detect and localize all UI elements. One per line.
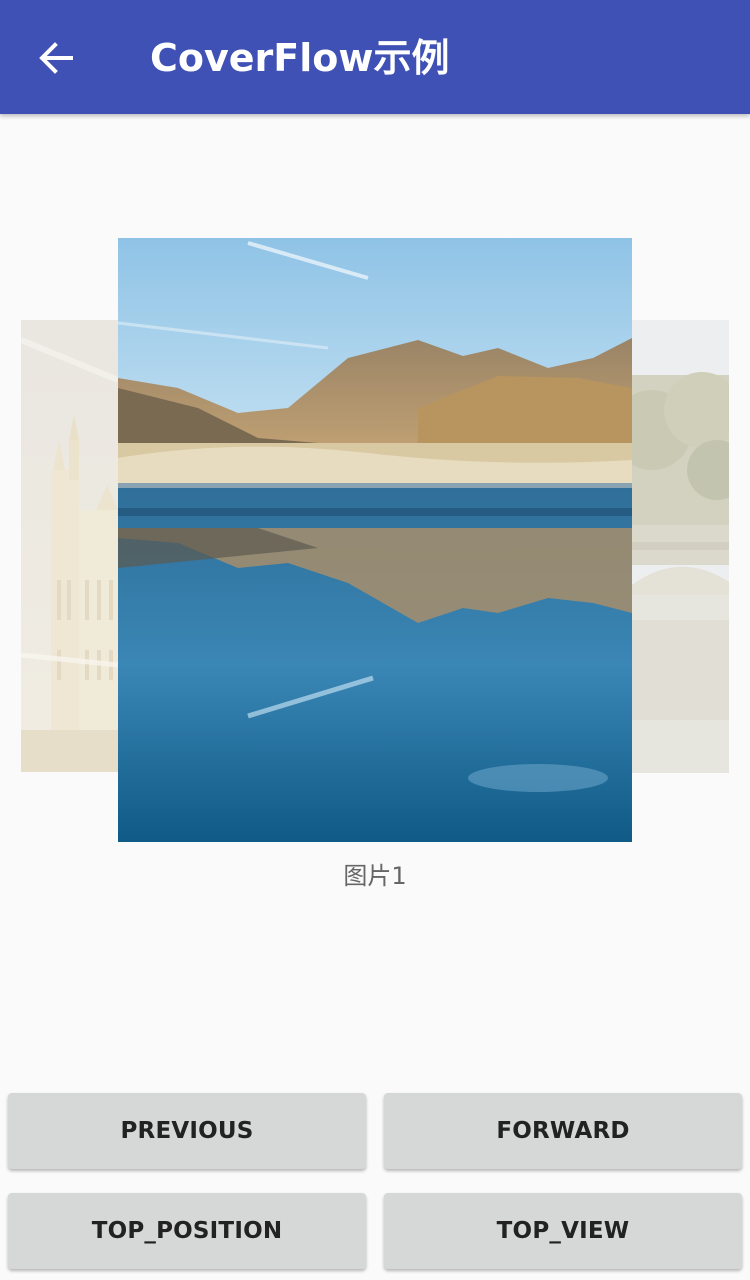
previous-button[interactable]: PREVIOUS (8, 1093, 366, 1169)
page-title: CoverFlow示例 (150, 36, 450, 80)
bridge-river-trees-image (632, 320, 729, 773)
cover-caption: 图片1 (343, 862, 407, 890)
cover-image-center[interactable] (118, 238, 632, 842)
cover-image-left[interactable] (21, 320, 118, 772)
back-button[interactable] (24, 26, 88, 90)
app-bar: CoverFlow示例 (0, 0, 750, 114)
palace-tower-image (21, 320, 118, 772)
top-position-button[interactable]: TOP_POSITION (8, 1193, 366, 1269)
cover-image-right[interactable] (632, 320, 729, 773)
forward-button[interactable]: FORWARD (384, 1093, 742, 1169)
arrow-left-icon (39, 42, 73, 74)
top-view-button[interactable]: TOP_VIEW (384, 1193, 742, 1269)
mountain-lake-reflection-image (118, 238, 632, 842)
